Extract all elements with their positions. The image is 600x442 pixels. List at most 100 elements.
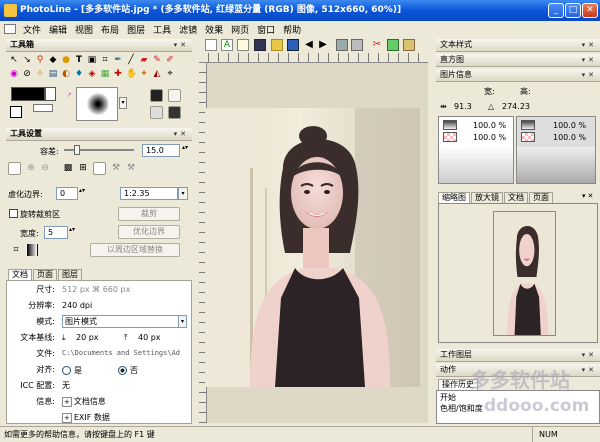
history-item-start[interactable]: 开始 [440, 392, 456, 403]
clone-tool-icon[interactable]: ▦ [99, 68, 111, 80]
open-folder-icon[interactable] [271, 39, 283, 51]
optimize-border-button[interactable]: 优化边界 [118, 225, 180, 239]
menu-help[interactable]: 帮助 [279, 23, 305, 36]
magnify-tool-icon[interactable]: ⚲ [34, 54, 46, 66]
layer-block-1[interactable]: 100.0 % 100.0 % [438, 116, 514, 184]
sponge-tool-icon[interactable]: ✦ [138, 68, 150, 80]
eyedropper-tool-icon[interactable]: ⌖ [164, 68, 176, 80]
stamp-tool-icon[interactable]: ◆ [47, 54, 59, 66]
expand-doc-info-icon[interactable]: + [62, 397, 72, 407]
mode-select[interactable]: 图片模式 [62, 315, 180, 328]
swap-colors-icon[interactable]: ↗ [66, 91, 72, 99]
new-text-icon[interactable] [237, 39, 249, 51]
paste-icon[interactable] [403, 39, 415, 51]
virtual-border-input[interactable]: 0 [56, 187, 78, 200]
brush-dropdown[interactable]: ▾ [119, 97, 127, 109]
lasso-tool-icon[interactable]: ⊘ [21, 68, 33, 80]
tab-document[interactable]: 文档 [8, 269, 32, 280]
brush-preview[interactable] [76, 87, 118, 121]
align-no-radio[interactable] [118, 365, 127, 375]
width-spin[interactable]: ▴▾ [69, 226, 75, 233]
crop-tool-icon[interactable]: ⌗ [99, 54, 111, 66]
rotate-crop-checkbox[interactable] [9, 209, 18, 218]
image-canvas[interactable] [205, 108, 420, 387]
fill-tool-icon[interactable]: ◐ [60, 68, 72, 80]
menu-layout[interactable]: 布局 [97, 23, 123, 36]
hand-tool-icon[interactable]: ✋ [125, 68, 137, 80]
close-button[interactable]: ✕ [582, 3, 598, 18]
tab-magnifier[interactable]: 放大镜 [471, 192, 503, 203]
menu-window[interactable]: 窗口 [253, 23, 279, 36]
save-icon[interactable] [287, 39, 299, 51]
gradient-tool-icon[interactable]: ▤ [47, 68, 59, 80]
smudge-tool-icon[interactable]: ✐ [164, 54, 176, 66]
expand-exif-icon[interactable]: + [62, 413, 72, 423]
selection-tool-b-icon[interactable]: ⚒ [125, 162, 137, 174]
heal-tool-icon[interactable]: ✚ [112, 68, 124, 80]
color-tool-icon[interactable]: ◉ [8, 68, 20, 80]
color-dropdown[interactable] [45, 87, 56, 101]
tolerance-input[interactable]: 15.0 [142, 144, 180, 157]
magic-wand-icon[interactable]: ✧ [34, 68, 46, 80]
maximize-button[interactable]: □ [565, 3, 581, 18]
menu-file[interactable]: 文件 [19, 23, 45, 36]
selection-tool-a-icon[interactable]: ⚒ [110, 162, 122, 174]
eraser-tool-icon[interactable]: ▰ [138, 54, 150, 66]
tab-doc[interactable]: 文档 [504, 192, 528, 203]
baseline-b-value[interactable]: 40 px [138, 330, 161, 346]
arrow-tool-icon[interactable]: ↖ [8, 54, 20, 66]
menu-view[interactable]: 视图 [71, 23, 97, 36]
foreground-color-swatch[interactable] [11, 87, 45, 101]
tolerance-spin[interactable]: ▴▾ [182, 144, 188, 151]
replace-surroundings-button[interactable]: 以周边区域替换 [90, 243, 180, 257]
background-color-swatch[interactable] [10, 106, 22, 118]
crop-small-icon[interactable]: ⌗ [10, 244, 22, 256]
info-item-exif[interactable]: EXIF 数据 [74, 413, 110, 422]
menu-web[interactable]: 网页 [227, 23, 253, 36]
crop-button[interactable]: 裁剪 [118, 207, 180, 221]
pen-tool-icon[interactable]: ✒ [112, 54, 124, 66]
gradient-small-icon[interactable] [26, 244, 38, 256]
ratio-dropdown[interactable]: ▾ [178, 187, 188, 200]
print-icon[interactable] [351, 39, 363, 51]
tab-page[interactable]: 页面 [33, 269, 57, 280]
text-tool-icon[interactable]: T [73, 54, 85, 66]
tolerance-slider-thumb[interactable] [74, 145, 80, 155]
move-tool-icon[interactable]: ↘ [21, 54, 33, 66]
new-document-icon[interactable] [205, 39, 217, 51]
dodge-tool-icon[interactable]: ◭ [151, 68, 163, 80]
color-mode-box[interactable] [33, 104, 53, 112]
back-icon[interactable]: ◀ [303, 39, 315, 51]
shape-tool-icon[interactable]: ▣ [86, 54, 98, 66]
info-item-doc[interactable]: 文档信息 [74, 397, 106, 406]
select-mode-add-icon[interactable]: ⊕ [25, 162, 37, 174]
preview-controls[interactable]: ▾✕ [582, 192, 595, 200]
drop-tool-icon[interactable]: ♦ [73, 68, 85, 80]
ellipse-tool-icon[interactable]: ● [60, 54, 72, 66]
pencil-tool-icon[interactable]: ✎ [151, 54, 163, 66]
tab-thumbnail[interactable]: 缩略图 [438, 192, 470, 203]
width-input[interactable]: 5 [44, 226, 68, 239]
menu-layer[interactable]: 图层 [123, 23, 149, 36]
mode-dropdown[interactable]: ▾ [178, 315, 187, 328]
baseline-a-value[interactable]: 20 px [76, 330, 124, 346]
text-style-header[interactable]: 文本样式 ▾✕ [436, 39, 600, 52]
ratio-select[interactable]: 1:2.35 [120, 187, 178, 200]
menu-tools[interactable]: 工具 [149, 23, 175, 36]
menu-effects[interactable]: 效果 [201, 23, 227, 36]
select-mode-sub-icon[interactable]: ⊖ [39, 162, 51, 174]
tab-pages[interactable]: 页面 [529, 192, 553, 203]
tab-layer[interactable]: 图层 [58, 269, 82, 280]
selection-brush-icon[interactable] [93, 162, 106, 175]
work-layers-header[interactable]: 工作图层 ▾✕ [436, 349, 600, 362]
thumbnail-view[interactable] [438, 203, 598, 343]
mask-view-icon[interactable] [150, 106, 163, 119]
cut-icon[interactable]: ✂ [371, 39, 383, 51]
print-preview-icon[interactable] [336, 39, 348, 51]
image-info-header[interactable]: 图片信息 ▾✕ [436, 69, 600, 82]
brush-tool-icon[interactable]: ╱ [125, 54, 137, 66]
virtual-border-spin[interactable]: ▴▾ [79, 187, 85, 194]
histogram-header[interactable]: 直方图 ▾✕ [436, 54, 600, 67]
align-yes-radio[interactable] [62, 365, 71, 375]
mask-invert-icon[interactable] [168, 106, 181, 119]
